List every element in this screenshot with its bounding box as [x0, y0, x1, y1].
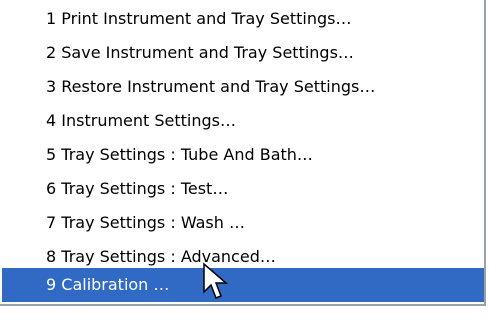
menu-item-tray-test[interactable]: 6 Tray Settings : Test…: [2, 172, 484, 206]
menu-item-calibration[interactable]: 9 Calibration …: [2, 268, 484, 302]
menu-item-save-settings[interactable]: 2 Save Instrument and Tray Settings…: [2, 36, 484, 70]
menu-item-instrument-settings[interactable]: 4 Instrument Settings…: [2, 104, 484, 138]
menu-item-restore-settings[interactable]: 3 Restore Instrument and Tray Settings…: [2, 70, 484, 104]
menu-item-tray-wash[interactable]: 7 Tray Settings : Wash …: [2, 206, 484, 240]
context-menu: 1 Print Instrument and Tray Settings… 2 …: [0, 0, 486, 306]
menu-item-tray-tube-bath[interactable]: 5 Tray Settings : Tube And Bath…: [2, 138, 484, 172]
menu-item-print-settings[interactable]: 1 Print Instrument and Tray Settings…: [2, 2, 484, 36]
mouse-pointer-icon: [203, 262, 228, 299]
